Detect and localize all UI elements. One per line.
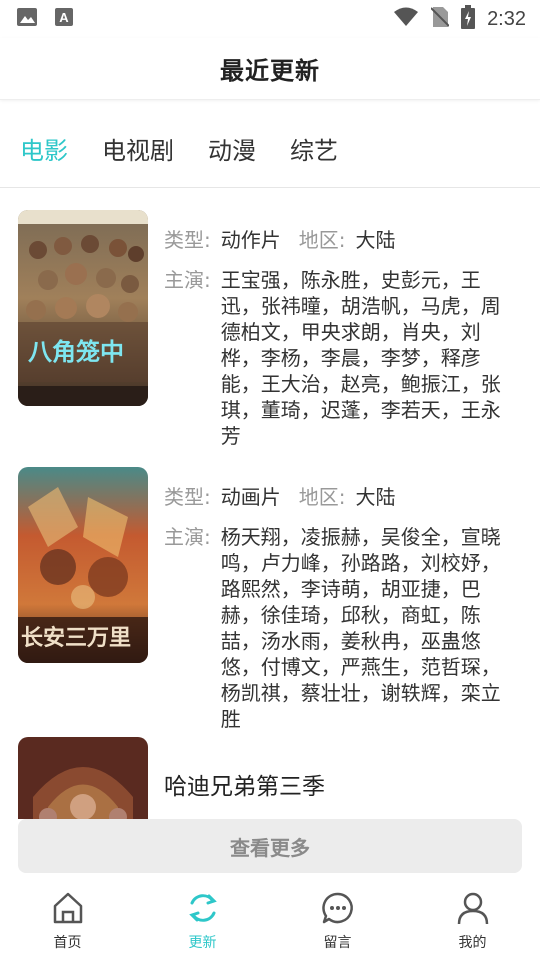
refresh-icon	[185, 890, 221, 930]
nav-profile[interactable]: 我的	[405, 878, 540, 960]
category-tabs: 电影 电视剧 动漫 综艺	[0, 110, 540, 188]
cast-row: 主演: 杨天翔，凌振赫，吴俊全，宣晓鸣，卢力峰，孙路路，刘校妤，路熙然，李诗萌，…	[164, 525, 528, 732]
nav-label: 我的	[458, 935, 487, 951]
region-label: 地区:	[298, 485, 346, 509]
battery-charging-icon	[461, 5, 476, 33]
view-more-button[interactable]: 查看更多	[18, 819, 522, 873]
nav-message[interactable]: 留言	[270, 878, 405, 960]
tab-anime[interactable]: 动漫	[208, 131, 256, 166]
bottom-nav: 首页 更新 留言 我的	[0, 878, 540, 960]
type-label: 类型:	[164, 228, 211, 252]
cast-row: 主演: 王宝强，陈永胜，史彭元，王迅，张祎曈，胡浩帆，马虎，周德柏文，甲央求朗，…	[164, 268, 528, 449]
region-value: 大陆	[355, 228, 396, 252]
cast-label: 主演:	[164, 525, 211, 549]
tab-tv-series[interactable]: 电视剧	[102, 131, 174, 166]
movie-list: 八角笼中 类型: 动作片 地区: 大陆 主演: 王宝强，陈永胜，史彭元，王迅，张…	[0, 189, 540, 819]
list-item[interactable]: 哈迪兄弟第三季 类型: 剧情片 地区: 美国	[18, 737, 528, 819]
poster-title-text: 长安三万里	[21, 625, 131, 651]
message-icon	[320, 890, 356, 930]
cast-label: 主演:	[164, 268, 211, 292]
gallery-notification-icon	[16, 7, 38, 31]
movie-title: 哈迪兄弟第三季	[164, 774, 325, 800]
movie-poster[interactable]: 长安三万里	[18, 467, 148, 663]
home-icon	[50, 890, 86, 930]
page-header: 最近更新	[0, 38, 540, 100]
nav-home[interactable]: 首页	[0, 878, 135, 960]
tab-movie[interactable]: 电影	[20, 131, 68, 166]
wifi-icon	[393, 7, 419, 31]
region-label: 地区:	[298, 228, 346, 252]
text-notification-icon: A	[54, 7, 74, 31]
page-title: 最近更新	[220, 57, 320, 85]
svg-text:A: A	[59, 10, 69, 25]
status-time: 2:32	[487, 7, 526, 30]
type-value: 动作片	[220, 228, 281, 252]
nav-label: 留言	[323, 935, 352, 951]
list-item[interactable]: 长安三万里 类型: 动画片 地区: 大陆 主演: 杨天翔，凌振赫，吴俊全，宣晓鸣…	[18, 467, 528, 732]
movie-info: 类型: 动作片 地区: 大陆 主演: 王宝强，陈永胜，史彭元，王迅，张祎曈，胡浩…	[164, 210, 528, 449]
nav-label: 更新	[188, 935, 217, 951]
user-icon	[455, 890, 491, 930]
poster-title-text: 八角笼中	[28, 338, 124, 366]
nav-label: 首页	[53, 935, 82, 951]
tab-variety[interactable]: 综艺	[290, 131, 338, 166]
movie-info: 类型: 动画片 地区: 大陆 主演: 杨天翔，凌振赫，吴俊全，宣晓鸣，卢力峰，孙…	[164, 467, 528, 732]
cast-value: 王宝强，陈永胜，史彭元，王迅，张祎曈，胡浩帆，马虎，周德柏文，甲央求朗，肖央，刘…	[220, 268, 501, 448]
meta-row: 类型: 动画片 地区: 大陆	[164, 485, 528, 509]
movie-poster[interactable]	[18, 737, 148, 819]
movie-poster[interactable]: 八角笼中	[18, 210, 148, 406]
status-bar: A 2:32	[0, 0, 540, 38]
cast-value: 杨天翔，凌振赫，吴俊全，宣晓鸣，卢力峰，孙路路，刘校妤，路熙然，李诗萌，胡亚捷，…	[220, 525, 501, 731]
type-value: 动画片	[220, 485, 281, 509]
type-label: 类型:	[164, 485, 211, 509]
movie-info: 哈迪兄弟第三季 类型: 剧情片 地区: 美国	[164, 737, 528, 819]
nav-update[interactable]: 更新	[135, 878, 270, 960]
list-item[interactable]: 八角笼中 类型: 动作片 地区: 大陆 主演: 王宝强，陈永胜，史彭元，王迅，张…	[18, 210, 528, 449]
meta-row: 类型: 动作片 地区: 大陆	[164, 228, 528, 252]
no-sim-icon	[430, 6, 450, 32]
region-value: 大陆	[355, 485, 396, 509]
